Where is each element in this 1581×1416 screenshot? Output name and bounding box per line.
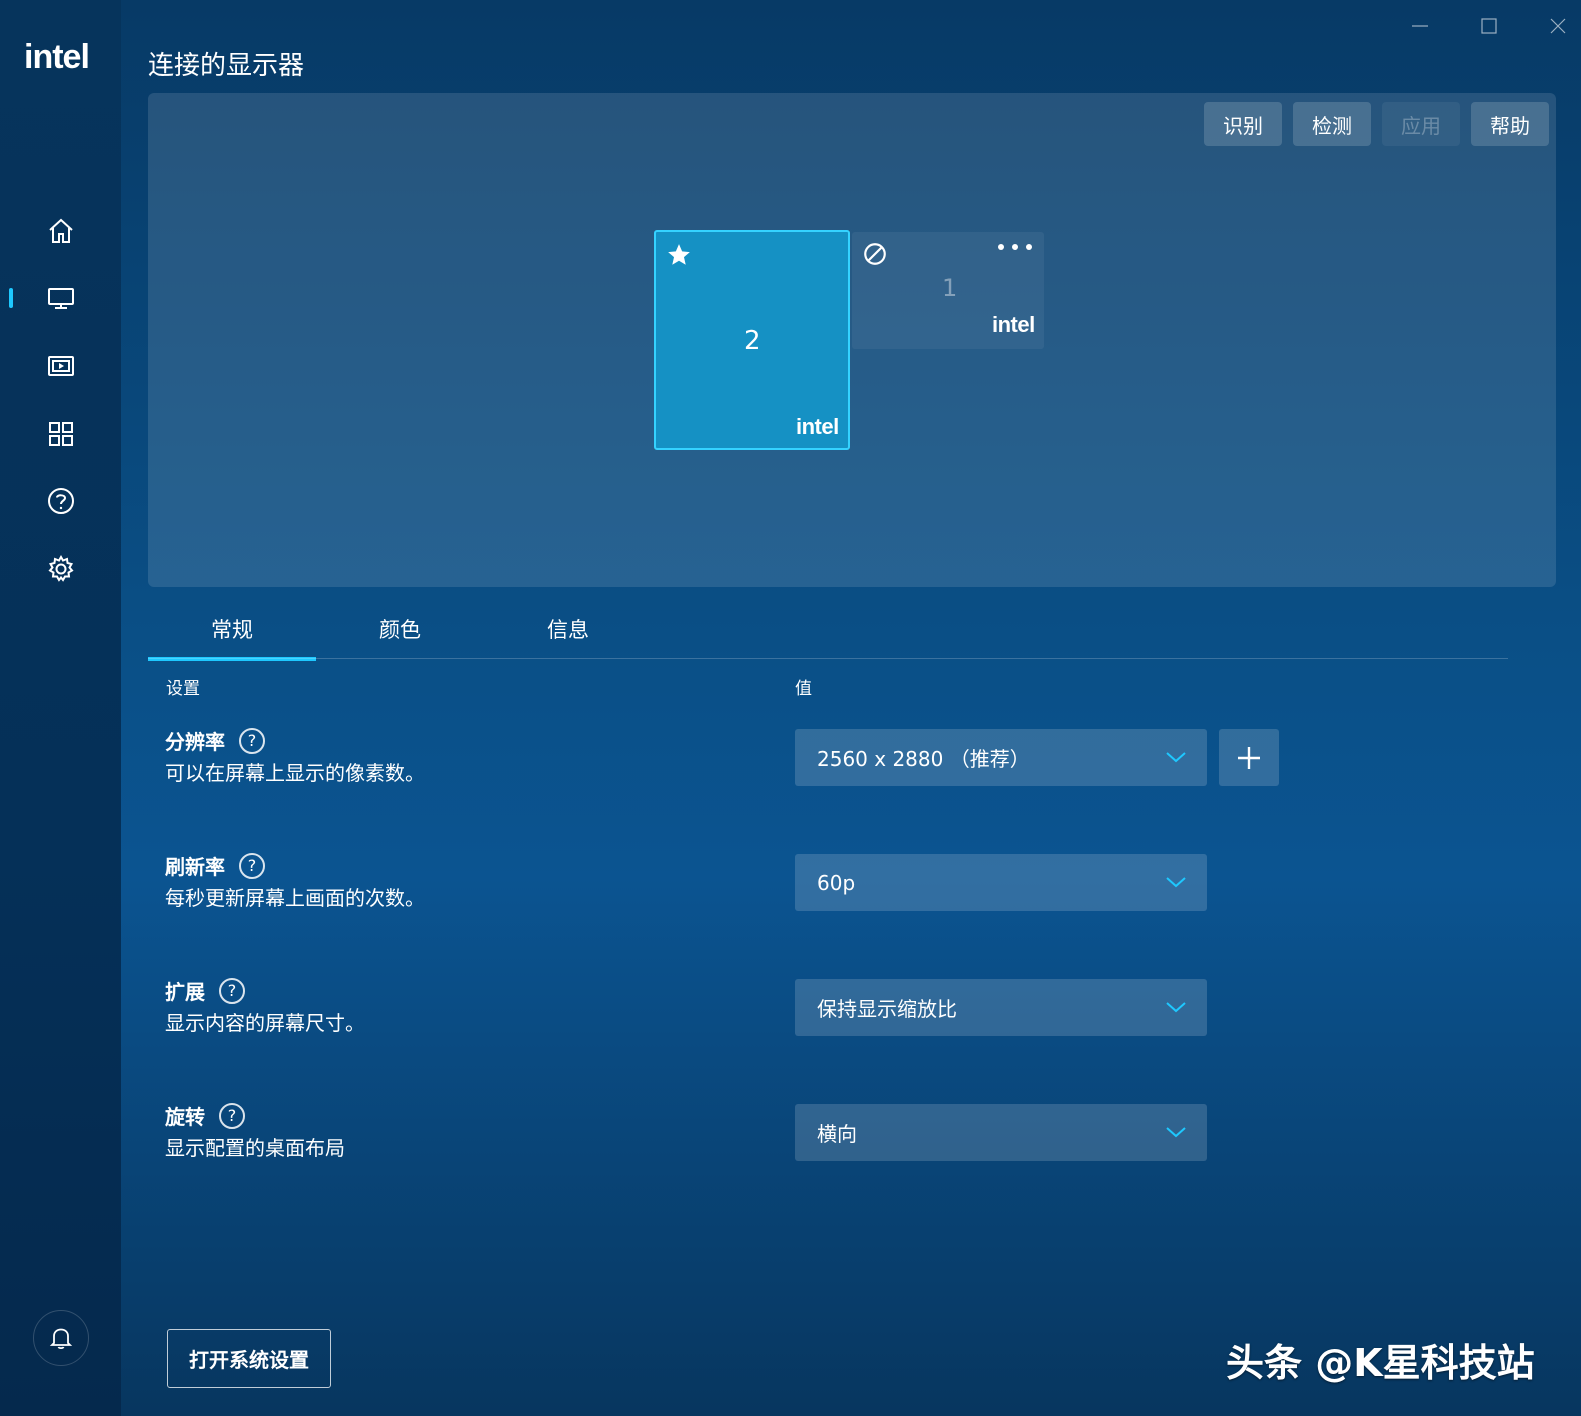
more-options-icon[interactable] [996, 242, 1034, 252]
monitor-2-tile[interactable]: 2 intel [654, 230, 850, 450]
scaling-label: 扩展 [165, 980, 205, 1004]
settings-tabs: 常规 颜色 信息 [148, 598, 1508, 661]
minimize-icon[interactable] [1408, 14, 1432, 38]
monitor-2-intel-logo: intel [796, 414, 839, 439]
close-icon[interactable] [1546, 14, 1570, 38]
refresh-rate-label: 刷新率 [165, 855, 225, 879]
setting-column-header: 设置 [166, 679, 200, 699]
tab-color[interactable]: 颜色 [316, 598, 484, 660]
scaling-value: 保持显示缩放比 [817, 997, 957, 1021]
rotation-value: 横向 [817, 1122, 857, 1146]
plus-icon [1238, 746, 1260, 769]
monitor-1-intel-logo: intel [992, 312, 1035, 337]
apply-button[interactable]: 应用 [1382, 102, 1460, 146]
rotation-label: 旋转 [165, 1105, 205, 1129]
scaling-help-icon[interactable]: ? [219, 977, 245, 1004]
display-icon[interactable] [44, 281, 78, 315]
monitor-1-number: 1 [942, 274, 958, 302]
resolution-dropdown[interactable]: 2560 x 2880 （推荐） [795, 729, 1207, 786]
chevron-down-icon [1166, 1127, 1186, 1138]
home-icon[interactable] [44, 214, 78, 248]
watermark: 头条 @K星科技站 [1226, 1341, 1535, 1385]
rotation-title: 旋转 ? [165, 1101, 245, 1130]
active-nav-indicator [9, 288, 13, 308]
page-title: 连接的显示器 [148, 51, 305, 81]
scaling-description: 显示内容的屏幕尺寸。 [165, 1011, 365, 1035]
sidebar: intel [0, 0, 121, 1416]
resolution-value: 2560 x 2880 （推荐） [817, 747, 1030, 771]
chevron-down-icon [1166, 752, 1186, 763]
refresh-rate-description: 每秒更新屏幕上画面的次数。 [165, 886, 425, 910]
help-button[interactable]: 帮助 [1471, 102, 1549, 146]
maximize-icon[interactable] [1477, 14, 1501, 38]
resolution-title: 分辨率 ? [165, 726, 265, 755]
resolution-help-icon[interactable]: ? [239, 727, 265, 754]
monitor-2-number: 2 [744, 326, 761, 356]
help-icon[interactable] [44, 484, 78, 518]
disabled-icon [864, 243, 886, 265]
rotation-description: 显示配置的桌面布局 [165, 1136, 345, 1160]
chevron-down-icon [1166, 1002, 1186, 1013]
refresh-rate-title: 刷新率 ? [165, 851, 265, 880]
primary-star-icon [668, 244, 690, 265]
tabs-divider [148, 658, 1508, 659]
media-icon[interactable] [44, 349, 78, 383]
rotation-dropdown[interactable]: 横向 [795, 1104, 1207, 1161]
monitor-1-tile[interactable]: 1 intel [852, 232, 1044, 349]
detect-button[interactable]: 检测 [1293, 102, 1371, 146]
apps-icon[interactable] [44, 417, 78, 451]
refresh-rate-dropdown[interactable]: 60p [795, 854, 1207, 911]
refresh-rate-value: 60p [817, 870, 856, 895]
value-column-header: 值 [795, 679, 812, 699]
resolution-description: 可以在屏幕上显示的像素数。 [165, 761, 425, 785]
intel-logo: intel [24, 38, 90, 76]
bell-icon[interactable] [33, 1310, 89, 1366]
refresh-rate-help-icon[interactable]: ? [239, 852, 265, 879]
add-custom-resolution-button[interactable] [1219, 729, 1279, 786]
scaling-dropdown[interactable]: 保持显示缩放比 [795, 979, 1207, 1036]
display-arrangement-panel: 识别 检测 应用 帮助 2 intel 1 intel [148, 93, 1556, 587]
settings-icon[interactable] [44, 552, 78, 586]
chevron-down-icon [1166, 877, 1186, 888]
rotation-help-icon[interactable]: ? [219, 1102, 245, 1129]
resolution-label: 分辨率 [165, 730, 225, 754]
identify-button[interactable]: 识别 [1204, 102, 1282, 146]
tab-general[interactable]: 常规 [148, 598, 316, 661]
open-system-settings-button[interactable]: 打开系统设置 [167, 1329, 331, 1388]
tab-info[interactable]: 信息 [484, 598, 652, 660]
scaling-title: 扩展 ? [165, 976, 245, 1005]
